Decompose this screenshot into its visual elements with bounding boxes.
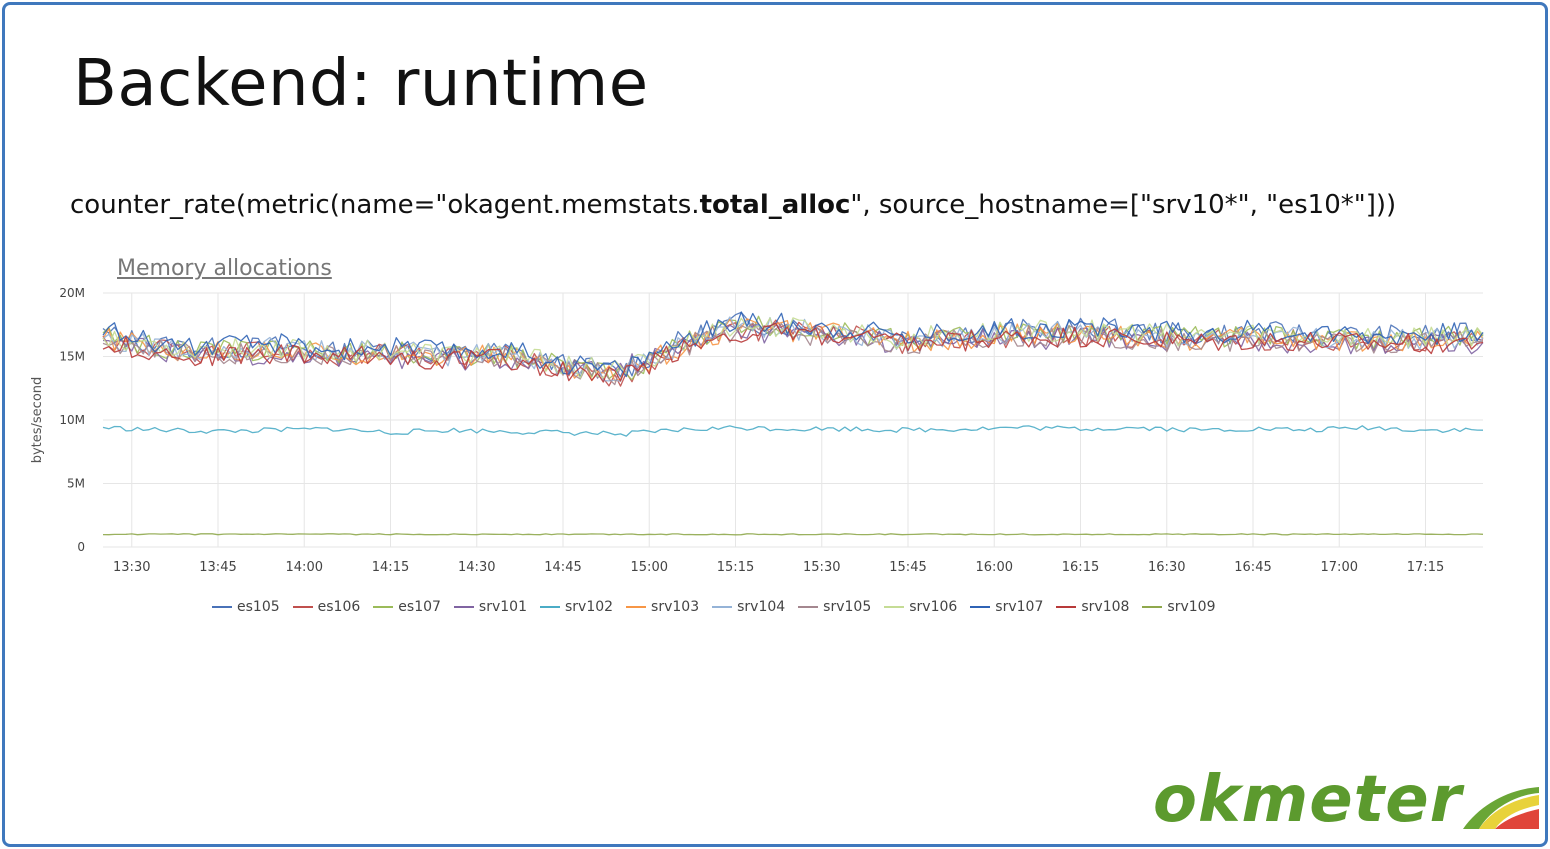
legend-swatch	[884, 606, 905, 608]
legend-item-es105[interactable]: es105	[212, 599, 280, 615]
legend-item-srv104[interactable]: srv104	[712, 599, 785, 615]
y-axis-label: bytes/second	[30, 377, 45, 464]
legend-item-srv102[interactable]: srv102	[539, 599, 614, 615]
x-tick-label: 17:15	[1407, 560, 1444, 575]
logo-text: okmeter	[1153, 763, 1463, 837]
legend-swatch	[1056, 606, 1077, 608]
x-tick-label: 14:30	[458, 560, 495, 575]
legend-label: srv104	[737, 599, 786, 615]
legend-item-srv101[interactable]: srv101	[453, 599, 527, 615]
legend-item-srv106[interactable]: srv106	[884, 599, 957, 615]
legend-label: es107	[398, 599, 441, 615]
legend-label: srv101	[478, 599, 527, 615]
series-line-srv102	[102, 425, 1484, 437]
legend-label: srv107	[995, 599, 1044, 615]
x-tick-label: 13:30	[113, 560, 150, 575]
y-tick-label: 20M	[59, 286, 85, 300]
x-tick-label: 14:45	[544, 560, 581, 575]
x-tick-label: 17:00	[1321, 560, 1358, 575]
okmeter-logo: okmeter	[1153, 763, 1543, 839]
x-tick-label: 15:45	[889, 560, 926, 575]
legend-item-srv109[interactable]: srv109	[1142, 599, 1215, 615]
x-tick-label: 14:15	[372, 560, 409, 575]
x-tick-label: 15:00	[631, 560, 668, 575]
x-tick-label: 16:45	[1234, 560, 1271, 575]
legend-item-srv108[interactable]: srv108	[1056, 599, 1129, 615]
x-tick-label: 14:00	[286, 560, 323, 575]
legend-swatch	[539, 606, 560, 608]
legend-label: srv103	[651, 599, 700, 615]
chart-legend: es105 es106 es107 srv101 srv102 srv103 srv104 s…	[212, 599, 1215, 615]
legend-label: srv106	[909, 599, 958, 615]
x-tick-label: 16:00	[976, 560, 1013, 575]
y-tick-label: 10M	[59, 413, 85, 427]
legend-swatch	[970, 606, 991, 608]
legend-swatch	[373, 606, 394, 608]
legend-label: srv109	[1167, 599, 1216, 615]
legend-item-es107[interactable]: es107	[373, 599, 441, 615]
slide: Backend: runtime counter_rate(metric(nam…	[2, 2, 1548, 847]
x-tick-label: 16:15	[1062, 560, 1099, 575]
x-tick-label: 13:45	[199, 560, 236, 575]
legend-swatch	[292, 606, 313, 608]
legend-swatch	[626, 606, 647, 608]
legend-swatch	[1142, 606, 1163, 608]
series-line-srv109	[102, 533, 1484, 536]
legend-swatch	[453, 606, 474, 608]
legend-item-es106[interactable]: es106	[292, 599, 361, 615]
legend-label: srv102	[564, 599, 614, 615]
x-tick-label: 16:30	[1148, 560, 1185, 575]
x-tick-label: 15:30	[803, 560, 840, 575]
legend-label: srv108	[1081, 599, 1130, 615]
legend-swatch	[712, 606, 733, 608]
legend-label: es106	[317, 599, 361, 615]
y-tick-label: 0	[77, 540, 85, 554]
legend-swatch	[212, 606, 232, 608]
y-tick-label: 15M	[59, 350, 85, 364]
y-tick-label: 5M	[67, 477, 85, 491]
legend-item-srv103[interactable]: srv103	[626, 599, 699, 615]
logo-mark-icon	[1463, 787, 1539, 829]
legend-item-srv105[interactable]: srv105	[798, 599, 871, 615]
legend-item-srv107[interactable]: srv107	[970, 599, 1043, 615]
legend-swatch	[798, 606, 819, 608]
legend-label: srv105	[823, 599, 872, 615]
x-tick-label: 15:15	[717, 560, 754, 575]
legend-label: es105	[237, 599, 280, 615]
